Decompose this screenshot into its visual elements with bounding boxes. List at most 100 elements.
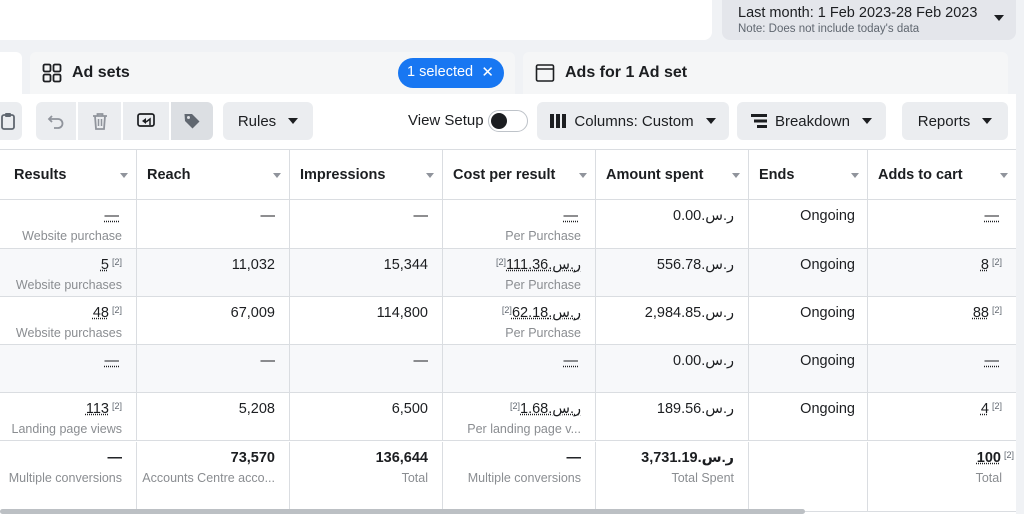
cell-cost-per-result: ر.س.111.36[2] Per Purchase bbox=[443, 249, 596, 296]
view-setup-toggle[interactable] bbox=[488, 110, 528, 132]
ad-window-icon bbox=[535, 64, 555, 82]
table-row[interactable]: 48 [2] Website purchases 67,009 114,800 ر… bbox=[0, 297, 1016, 345]
undo-icon bbox=[47, 115, 64, 129]
footnote-marker: [2] bbox=[111, 401, 122, 411]
column-header-reach[interactable]: Reach bbox=[137, 150, 290, 200]
chevron-down-icon bbox=[994, 15, 1004, 21]
total-impressions: 136,644 Total bbox=[290, 442, 443, 511]
view-setup-label: View Setup bbox=[408, 112, 484, 129]
date-range-label: Last month: 1 Feb 2023-28 Feb 2023 bbox=[738, 5, 978, 21]
rules-dropdown[interactable]: Rules bbox=[223, 102, 313, 140]
results-value: — bbox=[104, 353, 120, 369]
table-row[interactable]: — Website purchase — — — Per Purchase ر.… bbox=[0, 200, 1016, 249]
cell-adds-to-cart: 8 [2] bbox=[868, 249, 1016, 296]
total-adds-value: 100 bbox=[976, 450, 1001, 466]
tab-ad-sets[interactable]: Ad sets 1 selected ✕ bbox=[30, 52, 515, 96]
column-header-ends[interactable]: Ends bbox=[749, 150, 868, 200]
sort-caret-icon[interactable] bbox=[732, 173, 740, 178]
trash-icon bbox=[92, 113, 107, 130]
total-cost: — Multiple conversions bbox=[443, 442, 596, 511]
total-results: — Multiple conversions bbox=[0, 442, 137, 511]
footnote-marker: [2] bbox=[501, 305, 512, 315]
horizontal-scrollbar[interactable] bbox=[0, 509, 805, 514]
ends-value: Ongoing bbox=[800, 353, 855, 369]
column-header-label: Amount spent bbox=[606, 167, 704, 183]
impressions-value: — bbox=[413, 353, 429, 369]
cost-type: Per Purchase bbox=[505, 326, 581, 340]
column-header-cost-per-result[interactable]: Cost per result bbox=[443, 150, 596, 200]
grid-icon bbox=[42, 63, 62, 83]
cell-cost-per-result: — Per Purchase bbox=[443, 200, 596, 248]
sort-caret-icon[interactable] bbox=[426, 173, 434, 178]
cost-type: Per Purchase bbox=[505, 278, 581, 292]
footnote-marker: [2] bbox=[111, 305, 122, 315]
cell-ends: Ongoing bbox=[749, 249, 868, 296]
results-type: Landing page views bbox=[11, 422, 123, 436]
column-header-label: Impressions bbox=[300, 167, 386, 183]
close-icon[interactable]: ✕ bbox=[481, 63, 494, 81]
cell-results: — Website purchase bbox=[0, 200, 137, 248]
cell-adds-to-cart: 88 [2] bbox=[868, 297, 1016, 344]
total-reach-value: 73,570 bbox=[230, 450, 275, 466]
cell-adds-to-cart: 4 [2] bbox=[868, 393, 1016, 440]
ends-value: Ongoing bbox=[800, 305, 855, 321]
reports-dropdown[interactable]: Reports bbox=[902, 102, 1008, 140]
duplicate-button[interactable] bbox=[0, 102, 22, 140]
adds-value: 88 bbox=[972, 305, 989, 321]
sort-caret-icon[interactable] bbox=[273, 173, 281, 178]
cell-ends: Ongoing bbox=[749, 200, 868, 248]
delete-button[interactable] bbox=[78, 102, 121, 140]
tab-campaigns[interactable] bbox=[0, 52, 22, 96]
column-header-impressions[interactable]: Impressions bbox=[290, 150, 443, 200]
breakdown-dropdown[interactable]: Breakdown bbox=[737, 102, 886, 140]
sort-caret-icon[interactable] bbox=[579, 173, 587, 178]
cell-adds-to-cart: — bbox=[868, 345, 1016, 392]
selected-count-label: 1 selected bbox=[407, 64, 474, 80]
ab-test-button[interactable] bbox=[123, 102, 169, 140]
column-header-amount-spent[interactable]: Amount spent bbox=[596, 150, 749, 200]
column-header-label: Results bbox=[14, 167, 67, 183]
footnote-marker: [2] bbox=[509, 401, 520, 411]
sort-caret-icon[interactable] bbox=[120, 173, 128, 178]
chevron-down-icon bbox=[705, 118, 716, 124]
cost-type: Per Purchase bbox=[505, 229, 581, 243]
adds-value: 4 bbox=[980, 401, 989, 417]
ends-value: Ongoing bbox=[800, 208, 855, 224]
column-header-results[interactable]: Results bbox=[0, 150, 137, 200]
date-range-picker[interactable]: Last month: 1 Feb 2023-28 Feb 2023 Note:… bbox=[722, 0, 1016, 40]
columns-icon bbox=[550, 114, 567, 128]
total-adds: 100 [2] Total bbox=[868, 442, 1016, 511]
adds-value: — bbox=[984, 353, 1000, 369]
columns-dropdown[interactable]: Columns: Custom bbox=[537, 102, 729, 140]
tag-button[interactable] bbox=[171, 102, 213, 140]
tab-ads[interactable]: Ads for 1 Ad set bbox=[523, 52, 1008, 96]
undo-button[interactable] bbox=[36, 102, 76, 140]
spent-value: ر.س.0.00 bbox=[673, 208, 734, 224]
impressions-value: 6,500 bbox=[391, 401, 428, 417]
selected-count-pill[interactable]: 1 selected ✕ bbox=[398, 58, 504, 88]
cell-results: 113 [2] Landing page views bbox=[0, 393, 137, 440]
chevron-down-icon bbox=[862, 118, 873, 124]
sort-caret-icon[interactable] bbox=[1000, 173, 1008, 178]
total-spent: ر.س.3,731.19 Total Spent bbox=[596, 442, 749, 511]
rules-label: Rules bbox=[237, 112, 277, 130]
table-row[interactable]: 113 [2] Landing page views 5,208 6,500 ر.… bbox=[0, 393, 1016, 441]
cell-results: — bbox=[0, 345, 137, 392]
column-header-label: Adds to cart bbox=[878, 167, 963, 183]
results-type: Website purchases bbox=[15, 326, 122, 340]
spent-value: ر.س.189.56 bbox=[656, 401, 734, 417]
total-adds-sub: Total bbox=[975, 471, 1002, 485]
cell-impressions: 15,344 bbox=[290, 249, 443, 296]
column-header-adds-to-cart[interactable]: Adds to cart bbox=[868, 150, 1016, 200]
table-row[interactable]: — — — — ر.س.0.00 Ongoing — bbox=[0, 345, 1016, 393]
reach-value: 11,032 bbox=[231, 257, 275, 273]
cost-type: Per landing page v... bbox=[467, 422, 581, 436]
spent-value: ر.س.0.00 bbox=[673, 353, 734, 369]
date-range-note: Note: Does not include today's data bbox=[738, 23, 920, 35]
sort-caret-icon[interactable] bbox=[851, 173, 859, 178]
table-row[interactable]: 5 [2] Website purchases 11,032 15,344 ر.س… bbox=[0, 249, 1016, 297]
footnote-marker: [2] bbox=[111, 257, 122, 267]
column-header-label: Reach bbox=[147, 167, 191, 183]
cost-value: — bbox=[563, 353, 579, 369]
cell-ends: Ongoing bbox=[749, 393, 868, 440]
